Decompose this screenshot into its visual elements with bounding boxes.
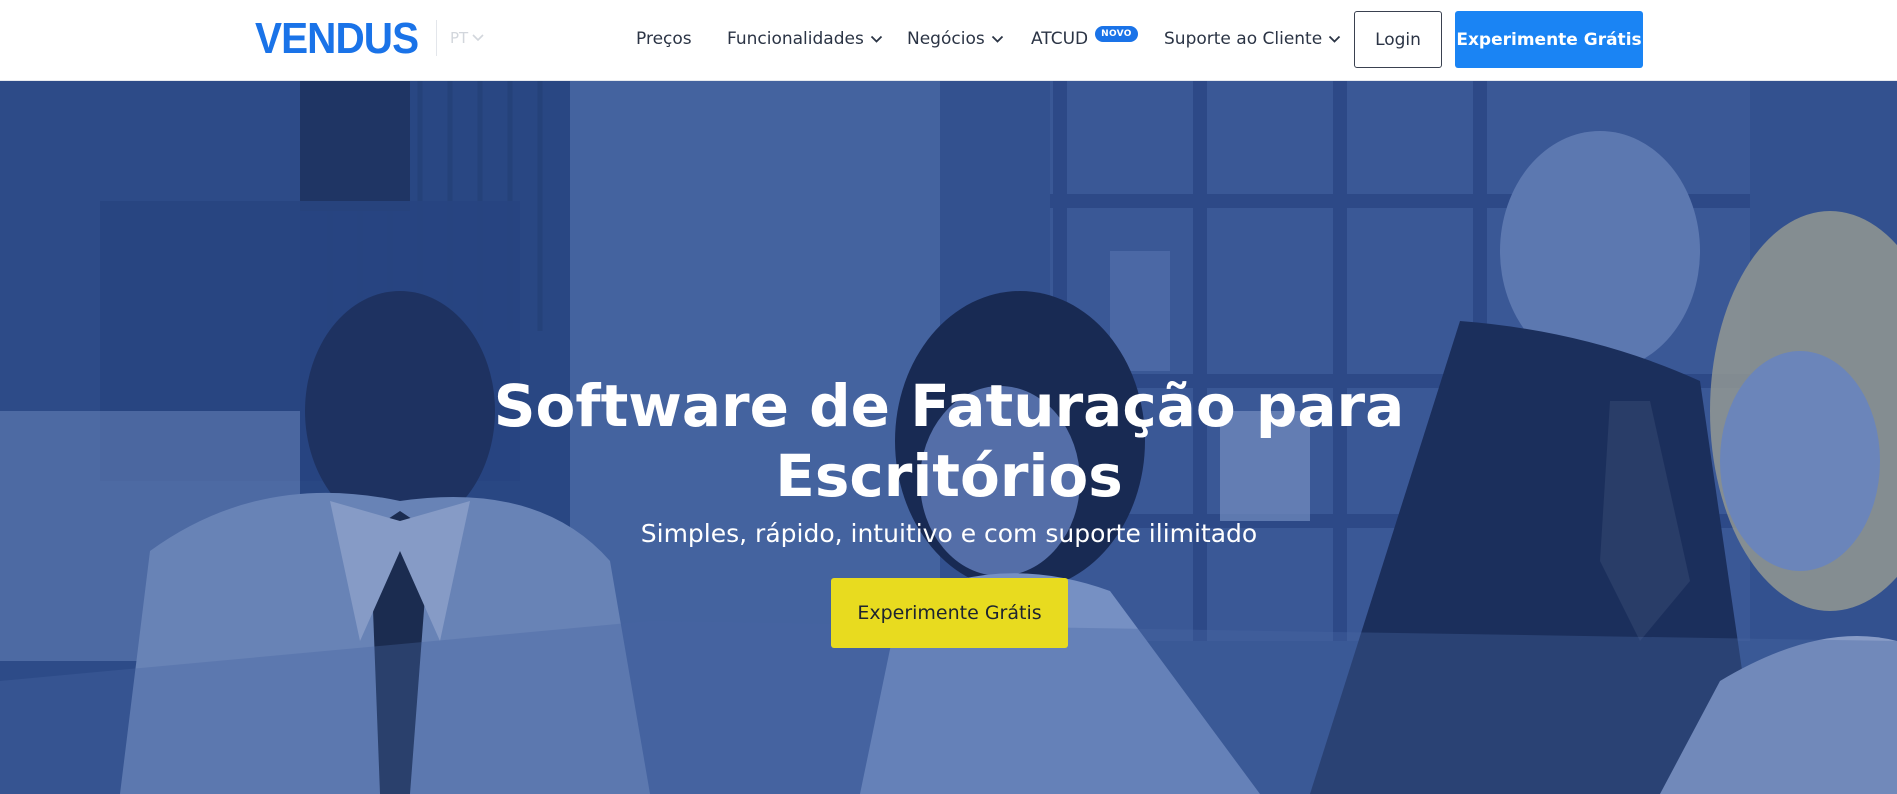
language-label: PT — [450, 29, 469, 47]
chevron-down-icon — [1329, 35, 1341, 43]
chevron-down-icon — [472, 34, 484, 42]
logo-text: VENDUS — [255, 14, 419, 63]
nav-label: ATCUD — [1031, 29, 1089, 49]
nav-item-suporte[interactable]: Suporte ao Cliente — [1164, 26, 1341, 52]
nav-item-negocios[interactable]: Negócios — [907, 26, 1004, 52]
divider — [436, 20, 437, 56]
nav-item-atcud[interactable]: ATCUD NOVO — [1031, 26, 1138, 52]
nav-item-funcionalidades[interactable]: Funcionalidades — [727, 26, 883, 52]
vendus-logo[interactable]: VENDUS — [255, 14, 419, 63]
hero-title: Software de Faturação para Escritórios — [449, 371, 1449, 511]
language-selector[interactable]: PT — [450, 27, 484, 49]
hero-section: Software de Faturação para Escritórios S… — [0, 81, 1897, 794]
hero-title-line-1: Software de Faturação para — [493, 372, 1405, 440]
nav-label: Negócios — [907, 29, 985, 49]
nav-label: Suporte ao Cliente — [1164, 29, 1323, 49]
nav-item-precos[interactable]: Preços — [636, 26, 692, 52]
hero-title-line-2: Escritórios — [775, 442, 1123, 510]
hero-subtitle: Simples, rápido, intuitivo e com suporte… — [640, 519, 1258, 548]
try-free-button[interactable]: Experimente Grátis — [1455, 11, 1643, 68]
login-button[interactable]: Login — [1354, 11, 1442, 68]
nav-label: Preços — [636, 29, 692, 49]
chevron-down-icon — [870, 35, 882, 43]
hero-try-free-button[interactable]: Experimente Grátis — [831, 578, 1068, 648]
new-badge: NOVO — [1095, 26, 1138, 42]
chevron-down-icon — [991, 35, 1003, 43]
nav-label: Funcionalidades — [727, 29, 864, 49]
site-header: VENDUS PT Preços Funcionalidades Negócio… — [0, 0, 1897, 81]
